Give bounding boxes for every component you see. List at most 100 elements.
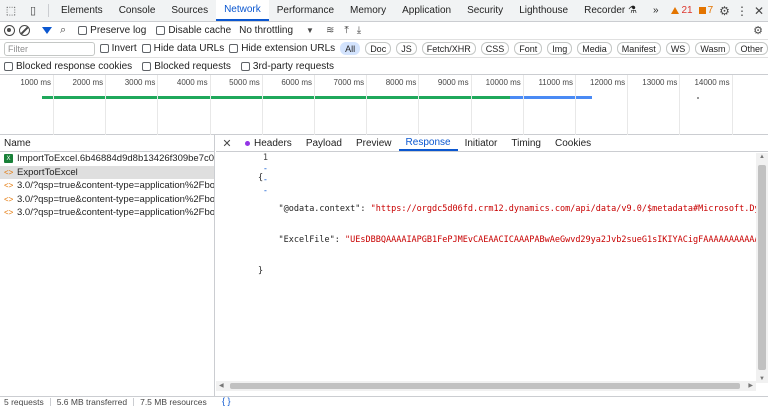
type-filter-wasm[interactable]: Wasm xyxy=(695,42,731,55)
scroll-down-arrow-icon[interactable]: ▼ xyxy=(759,376,765,382)
tab-application[interactable]: Application xyxy=(394,0,459,21)
disable-cache-checkbox[interactable]: Disable cache xyxy=(156,25,231,36)
type-filter-ws[interactable]: WS xyxy=(665,42,691,55)
timeline-tick xyxy=(105,75,107,135)
tab-response[interactable]: Response xyxy=(398,135,458,151)
chevron-down-icon: ▼ xyxy=(306,26,314,35)
type-filter-font[interactable]: Font xyxy=(514,42,543,55)
request-row[interactable]: <> 3.0/?qsp=true&content-type=applicatio… xyxy=(0,179,214,193)
scroll-up-arrow-icon[interactable]: ▲ xyxy=(759,154,765,160)
json-colon: : xyxy=(334,235,346,245)
third-party-requests-checkbox[interactable]: 3rd-party requests xyxy=(240,61,334,72)
clear-icon[interactable] xyxy=(19,25,30,36)
flask-icon: ⚗ xyxy=(628,5,638,16)
timeline-tick-label: 13000 ms xyxy=(642,78,678,87)
json-string: "UEsDBBQAAAAIAPGB1FePJMEvCAEAACICAAAPABw… xyxy=(345,235,756,245)
tab-initiator[interactable]: Initiator xyxy=(458,135,505,151)
preserve-log-checkbox[interactable]: Preserve log xyxy=(78,25,146,36)
timeline-tick-label: 2000 ms xyxy=(72,78,104,87)
error-count-badge[interactable]: 21 xyxy=(671,5,693,16)
tab-payload[interactable]: Payload xyxy=(299,135,349,151)
type-filter-js[interactable]: JS xyxy=(396,42,417,55)
close-details-icon[interactable]: ✕ xyxy=(216,135,238,151)
network-settings-gear-icon[interactable]: ⚙ xyxy=(753,24,763,37)
search-icon[interactable]: ⌕ xyxy=(60,24,66,37)
throttling-select[interactable]: No throttling ▼ xyxy=(239,25,314,36)
type-filter-doc[interactable]: Doc xyxy=(365,42,392,55)
topbar-right: 21 7 ⚙ ⋮ ✕ xyxy=(671,0,768,21)
scroll-right-arrow-icon[interactable]: ▶ xyxy=(748,382,753,389)
record-icon[interactable] xyxy=(4,25,15,36)
tab-network[interactable]: Network xyxy=(216,0,269,21)
tab-timing[interactable]: Timing xyxy=(504,135,548,151)
request-name: ExportToExcel xyxy=(17,166,78,178)
request-row[interactable]: X ImportToExcel.6b46884d9d8b13426f309be7… xyxy=(0,152,214,166)
more-tabs-icon[interactable]: » xyxy=(645,0,667,21)
request-row[interactable]: <> 3.0/?qsp=true&content-type=applicatio… xyxy=(0,193,214,207)
more-options-icon[interactable]: ⋮ xyxy=(736,4,748,18)
tab-performance[interactable]: Performance xyxy=(269,0,342,21)
horizontal-scrollbar[interactable]: ◀ ▶ xyxy=(216,381,756,391)
checkbox-box xyxy=(4,61,13,71)
type-filter-manifest[interactable]: Manifest xyxy=(616,42,661,55)
tab-console[interactable]: Console xyxy=(111,0,164,21)
json-brace: } xyxy=(258,266,264,276)
tab-cookies[interactable]: Cookies xyxy=(548,135,598,151)
tab-memory[interactable]: Memory xyxy=(342,0,394,21)
timeline-tick-label: 8000 ms xyxy=(385,78,417,87)
close-devtools-icon[interactable]: ✕ xyxy=(754,4,764,18)
device-toolbar-icon[interactable]: ▯ xyxy=(22,0,44,21)
type-filter-fetch-xhr[interactable]: Fetch/XHR xyxy=(421,42,476,55)
tab-sources[interactable]: Sources xyxy=(163,0,216,21)
tab-recorder[interactable]: Recorder ⚗ xyxy=(576,0,645,21)
type-filter-media[interactable]: Media xyxy=(577,42,612,55)
type-filter-all[interactable]: All xyxy=(340,42,361,55)
panel-tabs: Elements Console Sources Network Perform… xyxy=(53,0,667,21)
type-filter-img[interactable]: Img xyxy=(547,42,573,55)
tab-elements[interactable]: Elements xyxy=(53,0,111,21)
export-har-icon[interactable]: ⤓ xyxy=(357,25,361,36)
checkbox-box xyxy=(141,44,151,53)
divider xyxy=(49,397,51,406)
issue-count-badge[interactable]: 7 xyxy=(698,5,713,16)
tab-preview[interactable]: Preview xyxy=(349,135,399,151)
json-colon: : xyxy=(360,204,371,214)
blocked-response-cookies-checkbox[interactable]: Blocked response cookies xyxy=(4,61,132,72)
settings-gear-icon[interactable]: ⚙ xyxy=(719,4,730,18)
checkbox-box xyxy=(156,26,166,35)
code-line: { xyxy=(258,173,756,184)
network-conditions-icon[interactable]: ≋ xyxy=(326,25,334,36)
error-count: 21 xyxy=(681,5,693,16)
blocked-requests-checkbox[interactable]: Blocked requests xyxy=(142,61,231,72)
pretty-print-icon[interactable]: { } xyxy=(222,396,231,406)
import-har-icon[interactable]: ⤒ xyxy=(344,25,348,36)
throttling-value: No throttling xyxy=(239,25,294,36)
scrollbar-thumb[interactable] xyxy=(758,165,766,370)
tab-lighthouse[interactable]: Lighthouse xyxy=(511,0,576,21)
inspect-element-icon[interactable]: ⬚ xyxy=(0,0,22,21)
type-filter-css[interactable]: CSS xyxy=(480,42,510,55)
timeline-tick-label: 3000 ms xyxy=(124,78,156,87)
timeline-overview[interactable]: 1000 ms 2000 ms 3000 ms 4000 ms 5000 ms 6000 … xyxy=(0,75,768,135)
timeline-tick xyxy=(731,75,733,135)
type-filter-other[interactable]: Other xyxy=(735,42,768,55)
request-row[interactable]: <> ExportToExcel xyxy=(0,165,214,179)
filter-funnel-icon[interactable] xyxy=(42,27,52,34)
modified-dot-icon xyxy=(245,140,250,146)
tab-headers[interactable]: Headers xyxy=(238,135,299,151)
name-column-header[interactable]: Name xyxy=(0,135,214,152)
request-row[interactable]: <> 3.0/?qsp=true&content-type=applicatio… xyxy=(0,206,214,220)
scrollbar-thumb[interactable] xyxy=(230,383,740,389)
response-body[interactable]: 1 - - - { "@odata.context": "https://org… xyxy=(216,153,756,381)
tab-security[interactable]: Security xyxy=(459,0,511,21)
divider xyxy=(133,397,135,406)
timeline-tick xyxy=(522,75,524,135)
scroll-left-arrow-icon[interactable]: ◀ xyxy=(219,382,224,389)
filter-input[interactable]: Filter xyxy=(4,41,95,56)
invert-checkbox[interactable]: Invert xyxy=(99,43,137,54)
hide-data-urls-checkbox[interactable]: Hide data URLs xyxy=(141,43,224,54)
vertical-scrollbar[interactable]: ▲ ▼ xyxy=(756,153,768,383)
blocked-filters-row: Blocked response cookies Blocked request… xyxy=(0,58,768,75)
checkbox-box xyxy=(240,61,250,71)
hide-extension-urls-checkbox[interactable]: Hide extension URLs xyxy=(229,43,335,54)
